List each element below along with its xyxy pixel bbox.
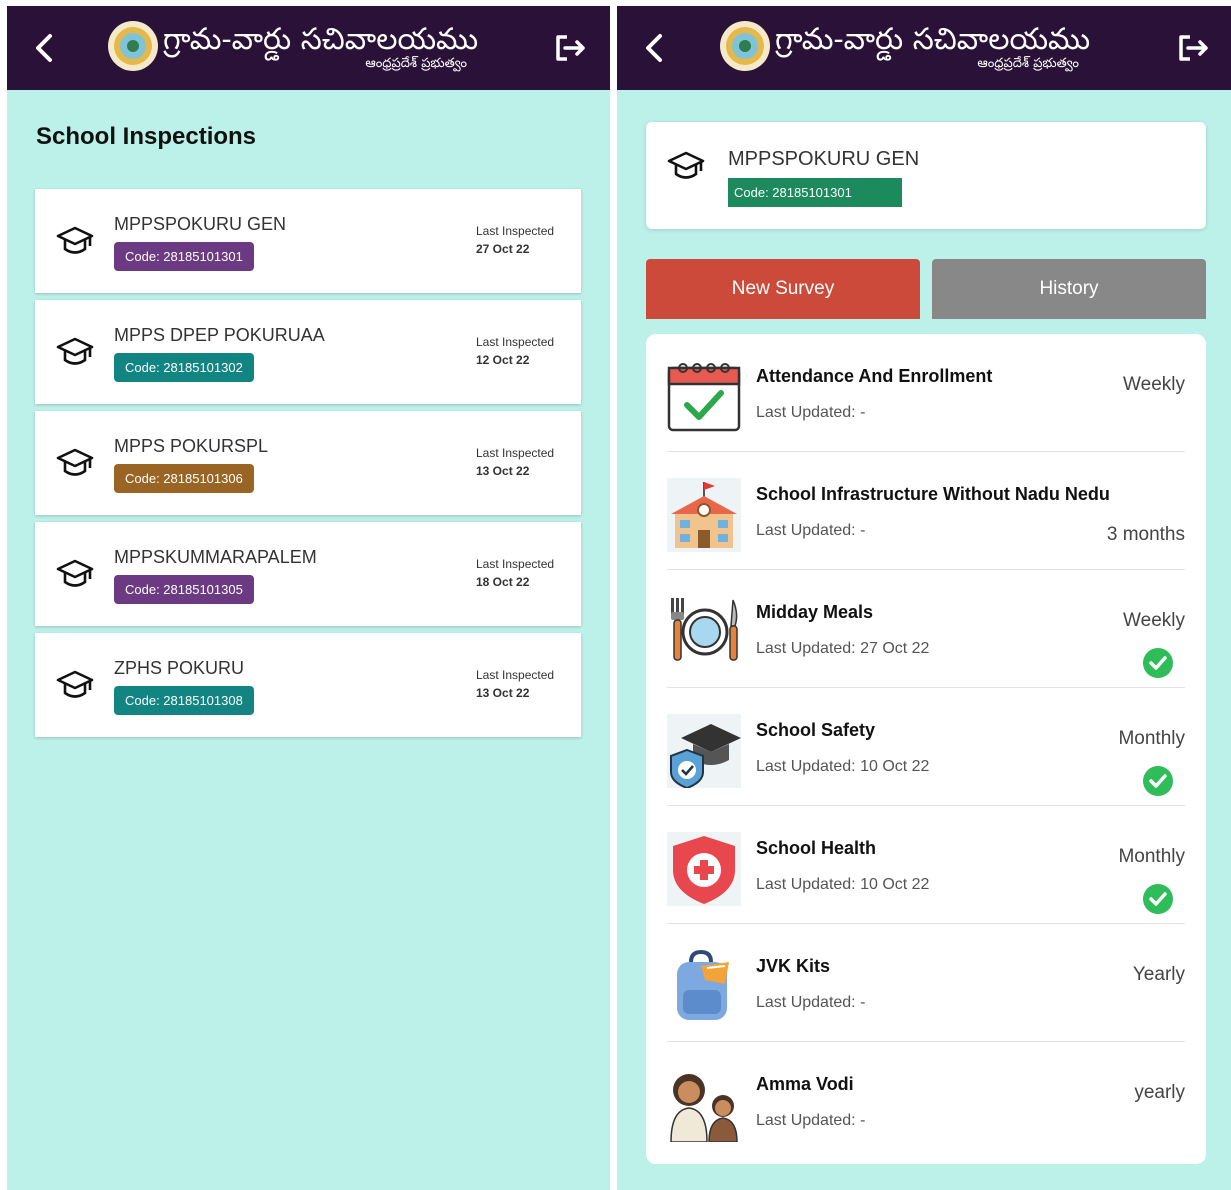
school-name: MPPSPOKURU GEN bbox=[114, 214, 287, 234]
last-updated: Last Updated: - bbox=[756, 994, 866, 1011]
survey-title: School Health bbox=[756, 838, 877, 858]
last-updated: Last Updated: 10 Oct 22 bbox=[756, 876, 930, 893]
survey-title: Amma Vodi bbox=[756, 1074, 854, 1094]
school-code-badge: Code: 28185101308 bbox=[114, 686, 254, 715]
survey-title: School Safety bbox=[756, 720, 876, 740]
last-updated: Last Updated: - bbox=[756, 404, 866, 421]
school-name: MPPSKUMMARAPALEM bbox=[114, 547, 317, 567]
survey-list: Attendance And Enrollment Last Updated: … bbox=[646, 334, 1206, 1164]
logo-title: గ్రామ-వార్డు సచివాలయము bbox=[775, 22, 1091, 57]
last-inspected-label: Last Inspected bbox=[476, 446, 555, 460]
frequency: Yearly bbox=[1132, 964, 1185, 985]
frequency: Weekly bbox=[1123, 610, 1185, 631]
safety-shield-cap-icon bbox=[667, 714, 741, 788]
logout-icon[interactable] bbox=[1173, 28, 1213, 68]
logout-icon[interactable] bbox=[550, 28, 590, 68]
mother-child-icon bbox=[670, 1074, 738, 1142]
last-inspected-date: 18 Oct 22 bbox=[476, 575, 530, 589]
back-arrow-icon[interactable] bbox=[635, 28, 675, 68]
last-inspected-label: Last Inspected bbox=[476, 224, 555, 238]
frequency: 3 months bbox=[1106, 524, 1185, 545]
school-name: MPPSPOKURU GEN bbox=[728, 148, 920, 170]
last-inspected-date: 12 Oct 22 bbox=[476, 353, 530, 367]
survey-title: School Infrastructure Without Nadu Nedu bbox=[756, 484, 1110, 504]
frequency: Monthly bbox=[1118, 728, 1185, 749]
survey-item-infrastructure[interactable]: School Infrastructure Without Nadu Nedu … bbox=[646, 452, 1206, 570]
survey-title: Attendance And Enrollment bbox=[756, 366, 993, 386]
last-inspected-date: 27 Oct 22 bbox=[476, 242, 530, 256]
last-inspected-date: 13 Oct 22 bbox=[476, 464, 530, 478]
school-name: ZPHS POKURU bbox=[114, 658, 245, 678]
school-code-badge: Code: 28185101305 bbox=[114, 575, 254, 604]
logo-title: గ్రామ-వార్డు సచివాలయము bbox=[163, 22, 479, 57]
health-shield-icon bbox=[667, 832, 741, 906]
survey-item-jvk-kits[interactable]: JVK Kits Last Updated: - Yearly bbox=[646, 924, 1206, 1042]
school-code-badge: Code: 28185101301 bbox=[728, 178, 902, 207]
graduation-cap-icon bbox=[56, 670, 94, 698]
survey-item-attendance[interactable]: Attendance And Enrollment Last Updated: … bbox=[646, 334, 1206, 452]
school-card[interactable]: MPPS POKURSPL Code: 28185101306 Last Ins… bbox=[35, 411, 581, 515]
school-card[interactable]: MPPSPOKURU GEN Code: 28185101301 Last In… bbox=[35, 189, 581, 293]
survey-screen: గ్రామ-వార్డు సచివాలయము ఆంధ్రప్రదేశ్ ప్రభ… bbox=[617, 6, 1231, 1190]
school-name: MPPS POKURSPL bbox=[114, 436, 269, 456]
app-logo: గ్రామ-వార్డు సచివాలయము ఆంధ్రప్రదేశ్ ప్రభ… bbox=[107, 20, 478, 80]
state-emblem-icon bbox=[108, 21, 158, 71]
last-updated: Last Updated: 27 Oct 22 bbox=[756, 640, 930, 657]
page-title: School Inspections bbox=[36, 123, 257, 150]
top-app-bar: గ్రామ-వార్డు సచివాలయము ఆంధ్రప్రదేశ్ ప్రభ… bbox=[7, 6, 610, 90]
back-arrow-icon[interactable] bbox=[25, 28, 65, 68]
graduation-cap-icon bbox=[56, 337, 94, 365]
graduation-cap-icon bbox=[56, 226, 94, 254]
check-circle-icon bbox=[1143, 648, 1173, 678]
last-inspected-label: Last Inspected bbox=[476, 335, 555, 349]
logo-subtitle: ఆంధ్రప్రదేశ్ ప్రభుత్వం bbox=[365, 56, 467, 71]
school-name: MPPS DPEP POKURUAA bbox=[114, 325, 325, 345]
top-app-bar: గ్రామ-వార్డు సచివాలయము ఆంధ్రప్రదేశ్ ప్రభ… bbox=[617, 6, 1231, 90]
frequency: Monthly bbox=[1118, 846, 1185, 867]
school-card[interactable]: ZPHS POKURU Code: 28185101308 Last Inspe… bbox=[35, 633, 581, 737]
state-emblem-icon bbox=[720, 21, 770, 71]
survey-title: Midday Meals bbox=[756, 602, 874, 622]
last-inspected-label: Last Inspected bbox=[476, 668, 555, 682]
survey-item-school-health[interactable]: School Health Last Updated: 10 Oct 22 Mo… bbox=[646, 806, 1206, 924]
school-card[interactable]: MPPS DPEP POKURUAA Code: 28185101302 Las… bbox=[35, 300, 581, 404]
school-code-badge: Code: 28185101306 bbox=[114, 464, 254, 493]
school-building-icon bbox=[667, 478, 741, 552]
graduation-cap-icon bbox=[56, 448, 94, 476]
check-circle-icon bbox=[1143, 766, 1173, 796]
graduation-cap-icon bbox=[667, 151, 705, 179]
frequency: Weekly bbox=[1123, 374, 1185, 395]
last-inspected-label: Last Inspected bbox=[476, 557, 555, 571]
app-logo: గ్రామ-వార్డు సచివాలయము ఆంధ్రప్రదేశ్ ప్రభ… bbox=[719, 20, 1090, 80]
survey-item-midday-meals[interactable]: Midday Meals Last Updated: 27 Oct 22 Wee… bbox=[646, 570, 1206, 688]
calendar-check-icon bbox=[667, 363, 741, 432]
check-circle-icon bbox=[1143, 884, 1173, 914]
last-updated: Last Updated: - bbox=[756, 522, 866, 539]
plate-cutlery-icon bbox=[671, 598, 738, 661]
last-updated: Last Updated: - bbox=[756, 1112, 866, 1129]
school-code-badge: Code: 28185101301 bbox=[114, 242, 254, 271]
tab-new-survey[interactable]: New Survey bbox=[646, 259, 920, 319]
school-code-badge: Code: 28185101302 bbox=[114, 353, 254, 382]
last-inspected-date: 13 Oct 22 bbox=[476, 686, 530, 700]
school-card[interactable]: MPPSKUMMARAPALEM Code: 28185101305 Last … bbox=[35, 522, 581, 626]
frequency: yearly bbox=[1134, 1082, 1185, 1103]
backpack-icon bbox=[677, 950, 729, 1020]
tab-history[interactable]: History bbox=[932, 259, 1206, 319]
graduation-cap-icon bbox=[56, 559, 94, 587]
school-info-card: MPPSPOKURU GEN Code: 28185101301 bbox=[646, 122, 1206, 229]
school-inspections-screen: గ్రామ-వార్డు సచివాలయము ఆంధ్రప్రదేశ్ ప్రభ… bbox=[7, 6, 610, 1190]
last-updated: Last Updated: 10 Oct 22 bbox=[756, 758, 930, 775]
survey-item-amma-vodi[interactable]: Amma Vodi Last Updated: - yearly bbox=[646, 1042, 1206, 1160]
survey-item-school-safety[interactable]: School Safety Last Updated: 10 Oct 22 Mo… bbox=[646, 688, 1206, 806]
survey-title: JVK Kits bbox=[756, 956, 831, 976]
logo-subtitle: ఆంధ్రప్రదేశ్ ప్రభుత్వం bbox=[977, 56, 1079, 71]
